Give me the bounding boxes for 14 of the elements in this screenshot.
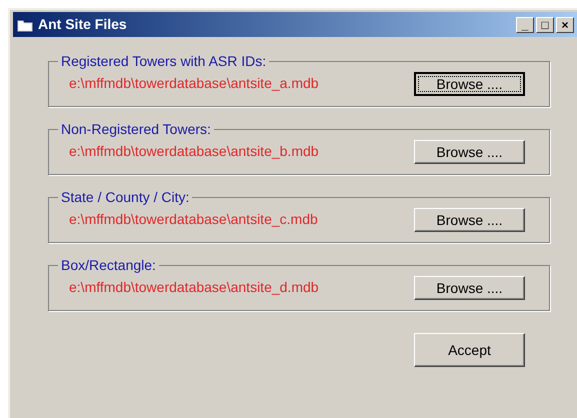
browse-button[interactable]: Browse .... <box>414 72 525 96</box>
window-control-button[interactable]: _ <box>516 16 534 32</box>
file-path: e:\mffmdb\towerdatabase\antsite_c.mdb <box>69 210 318 229</box>
file-path: e:\mffmdb\towerdatabase\antsite_b.mdb <box>69 142 319 161</box>
browse-button[interactable]: Browse .... <box>414 276 525 300</box>
window-title: Ant Site Files <box>38 15 127 34</box>
folder-icon <box>17 18 33 32</box>
file-path: e:\mffmdb\towerdatabase\antsite_a.mdb <box>69 74 319 93</box>
accept-button[interactable]: Accept <box>414 333 525 367</box>
browse-button[interactable]: Browse .... <box>414 208 525 232</box>
file-path: e:\mffmdb\towerdatabase\antsite_d.mdb <box>69 278 319 297</box>
window-control-button[interactable]: □ <box>536 16 554 32</box>
browse-button[interactable]: Browse .... <box>414 140 525 164</box>
window-control-button[interactable]: × <box>556 16 574 32</box>
